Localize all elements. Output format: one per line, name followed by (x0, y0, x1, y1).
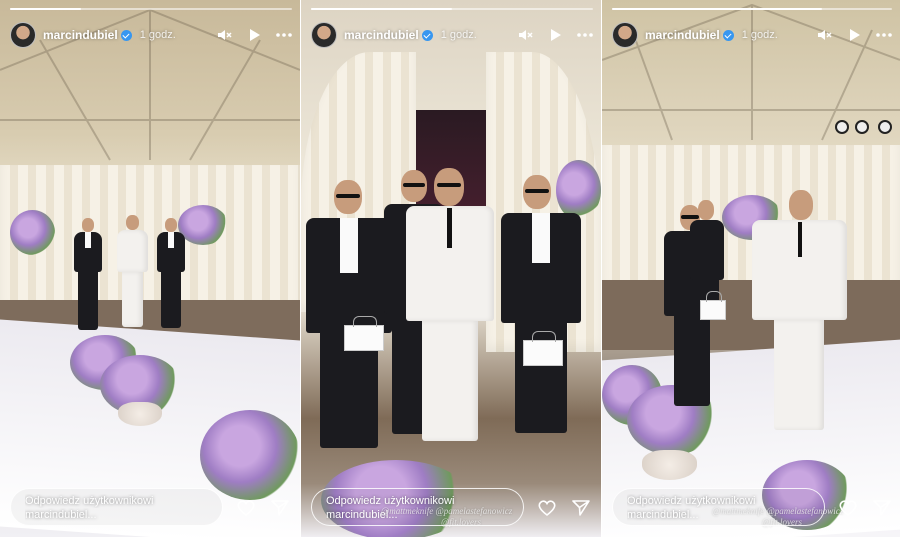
more-dots-icon[interactable] (876, 27, 892, 43)
story-actions (236, 498, 290, 518)
flower-arrangement (178, 205, 228, 245)
flower-vase (642, 450, 697, 480)
stories-collage: marcindubiel 1 godz. Odpowiedz użytkowni… (0, 0, 900, 537)
reply-placeholder-user: marcindubiel... (25, 509, 97, 521)
play-icon[interactable] (846, 27, 862, 43)
avatar[interactable] (612, 22, 638, 48)
username[interactable]: marcindubiel (43, 28, 118, 42)
avatar[interactable] (311, 22, 337, 48)
reply-placeholder: Odpowiedz użytkownikowi (25, 495, 154, 507)
story-photo (0, 0, 300, 537)
heart-icon[interactable] (838, 498, 858, 518)
story-progress-fill (10, 8, 81, 10)
flower-arrangement (10, 210, 55, 255)
story-actions (537, 498, 591, 518)
heart-icon[interactable] (537, 498, 557, 518)
avatar[interactable] (10, 22, 36, 48)
reply-placeholder: Odpowiedz użytkownikowi (326, 495, 455, 507)
speaker-muted-icon[interactable] (517, 27, 533, 43)
story-header: marcindubiel 1 godz. (612, 22, 892, 48)
flower-vase (118, 402, 162, 426)
send-icon[interactable] (872, 498, 892, 518)
story-header: marcindubiel 1 godz. (10, 22, 292, 48)
reply-input[interactable]: Odpowiedz użytkownikowi marcindubiel... (10, 488, 223, 526)
play-icon[interactable] (246, 27, 262, 43)
verified-badge-icon (722, 29, 734, 41)
story-panel-3[interactable]: marcindubiel 1 godz. @mattmeknife @pamel… (602, 0, 900, 537)
more-dots-icon[interactable] (276, 27, 292, 43)
story-progress-bar (612, 8, 892, 10)
reply-placeholder-user: marcindubiel... (627, 509, 699, 521)
wooden-floor (602, 280, 900, 350)
username[interactable]: marcindubiel (645, 28, 720, 42)
post-time: 1 godz. (741, 29, 778, 41)
reply-input[interactable]: Odpowiedz użytkownikowi marcindubiel... (612, 488, 825, 526)
story-panel-2[interactable]: marcindubiel 1 godz. @mattmeknife @pamel… (301, 0, 601, 537)
send-icon[interactable] (270, 498, 290, 518)
more-dots-icon[interactable] (577, 27, 593, 43)
heart-icon[interactable] (236, 498, 256, 518)
story-photo (602, 0, 900, 537)
story-photo (301, 0, 601, 537)
flower-arrangement (200, 410, 300, 500)
username[interactable]: marcindubiel (344, 28, 419, 42)
story-progress-bar (10, 8, 292, 10)
send-icon[interactable] (571, 498, 591, 518)
verified-badge-icon (120, 29, 132, 41)
play-icon[interactable] (547, 27, 563, 43)
story-header: marcindubiel 1 godz. (311, 22, 593, 48)
story-progress-fill (311, 8, 452, 10)
story-actions (838, 498, 892, 518)
story-progress-bar (311, 8, 593, 10)
speaker-muted-icon[interactable] (816, 27, 832, 43)
reply-input[interactable]: Odpowiedz użytkownikowi marcindubiel... (311, 488, 524, 526)
stage-lights (830, 115, 900, 135)
story-panel-1[interactable]: marcindubiel 1 godz. Odpowiedz użytkowni… (0, 0, 300, 537)
reply-placeholder-user: marcindubiel... (326, 509, 398, 521)
flower-arrangement (556, 160, 601, 220)
verified-badge-icon (421, 29, 433, 41)
speaker-muted-icon[interactable] (216, 27, 232, 43)
reply-placeholder: Odpowiedz użytkownikowi (627, 495, 756, 507)
story-progress-fill (612, 8, 822, 10)
post-time: 1 godz. (440, 29, 477, 41)
post-time: 1 godz. (139, 29, 176, 41)
